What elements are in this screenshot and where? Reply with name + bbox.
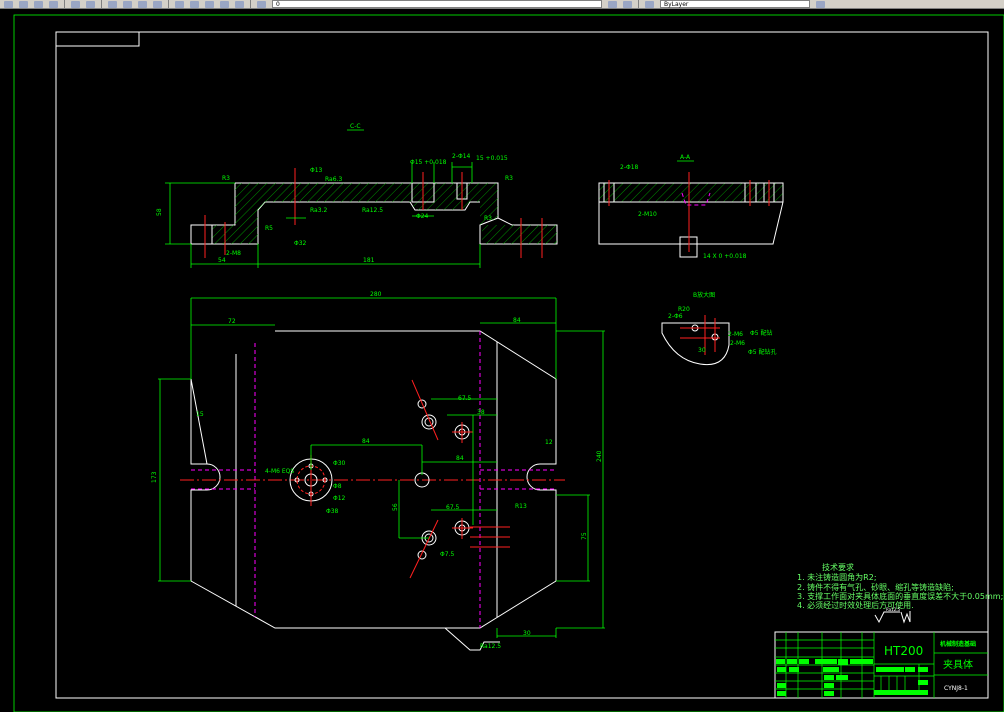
svg-text:38: 38 [477,409,485,416]
svg-text:240: 240 [596,450,603,462]
tech-req-item: 2. 铸件不得有气孔、砂眼、缩孔等铸造缺陷; [797,582,954,592]
pan-icon[interactable] [108,0,117,8]
section-aa-label: A-A [680,154,691,161]
svg-text:84: 84 [513,317,521,324]
school-label: 机械制造基础 [940,640,976,648]
toolbar-divider [250,0,251,8]
hole-diameter-label: Φ7.5 [440,551,454,558]
plan-view: 280 72 84 173 15 84 84 67.5 38 67.5 Φ7.5… [151,291,605,651]
toolbar-divider [64,0,65,8]
svg-text:2-M10: 2-M10 [638,211,657,218]
svg-text:54: 54 [218,257,226,264]
svg-text:84: 84 [456,455,464,462]
svg-text:Φ5 配钻孔: Φ5 配钻孔 [748,348,776,356]
svg-text:75: 75 [581,532,588,540]
svg-text:2-M8: 2-M8 [226,250,241,257]
svg-text:173: 173 [151,471,158,483]
design-center-icon[interactable] [190,0,199,8]
help-icon[interactable] [235,0,244,8]
drawing-number-label: CYNJ8-1 [944,685,968,692]
svg-text:67.5: 67.5 [446,504,460,511]
svg-text:R3: R3 [484,215,492,222]
material-label: HT200 [884,644,923,658]
tech-req-title: 技术要求 [822,562,854,572]
roughness-label: Ra6.3 [325,176,342,183]
detail-label: B放大图 [693,291,715,299]
svg-text:Φ13: Φ13 [310,167,323,174]
toolbar-divider [638,0,639,8]
svg-text:30: 30 [523,630,531,637]
part-name-label: 夹具体 [943,658,973,671]
svg-text:181: 181 [363,257,375,264]
svg-text:Φ8: Φ8 [333,483,342,490]
drawing-canvas[interactable]: C-C R3 R3 58 54 181 2-M8 Φ32 Φ24 2-Φ14 1… [0,10,1004,712]
redo-icon[interactable] [86,0,95,8]
svg-text:56: 56 [392,503,399,511]
section-cc-label: C-C [350,123,361,130]
svg-text:R13: R13 [515,503,527,510]
layer-manager-icon[interactable] [257,0,266,8]
svg-text:15: 15 [196,411,204,418]
make-layer-current-icon[interactable] [608,0,617,8]
new-icon[interactable] [4,0,13,8]
svg-text:2-Φ6: 2-Φ6 [668,313,683,320]
tool-palette-icon[interactable] [205,0,214,8]
svg-text:R3: R3 [505,175,513,182]
svg-text:R20: R20 [678,306,690,313]
svg-text:2-Φ14: 2-Φ14 [452,153,471,160]
svg-text:Φ32: Φ32 [294,240,307,247]
toolbar-divider [168,0,169,8]
toolbar-divider [101,0,102,8]
svg-text:14 X 0 +0.018: 14 X 0 +0.018 [703,253,747,260]
color-icon[interactable] [645,0,654,8]
title-block: HT200 机械制造基础 夹具体 CYNJ8-1 [774,631,989,699]
undo-icon[interactable] [71,0,80,8]
save-icon[interactable] [34,0,43,8]
svg-text:Ra12.5: Ra12.5 [362,207,383,214]
svg-text:Φ5 配钻: Φ5 配钻 [750,329,772,337]
svg-text:2-M6: 2-M6 [730,340,745,347]
svg-text:4-M6 EQS: 4-M6 EQS [265,468,294,475]
zoom-realtime-icon[interactable] [123,0,132,8]
svg-text:280: 280 [370,291,382,298]
layer-dropdown[interactable]: 0 [272,0,602,8]
cad-toolbar: 0 ByLayer [0,0,1004,9]
open-icon[interactable] [19,0,28,8]
svg-text:Φ30: Φ30 [333,460,346,467]
svg-text:67.5: 67.5 [458,395,472,402]
svg-text:2-Φ18: 2-Φ18 [620,164,639,171]
svg-text:Ra12.5: Ra12.5 [480,643,501,650]
svg-text:Ra3.2: Ra3.2 [310,207,327,214]
svg-text:72: 72 [228,318,236,325]
linetype-dropdown[interactable]: ByLayer [660,0,810,8]
roughness-symbol-icon [874,611,911,624]
svg-text:30: 30 [698,347,706,354]
tech-req-item: 1. 未注铸造圆角为R2; [797,572,877,582]
zoom-window-icon[interactable] [138,0,147,8]
zoom-previous-icon[interactable] [153,0,162,8]
corner-box [55,31,140,47]
svg-text:Ra12.5: Ra12.5 [886,607,901,612]
calculator-icon[interactable] [220,0,229,8]
svg-text:2-M6: 2-M6 [728,331,743,338]
technical-requirements: 技术要求 1. 未注铸造圆角为R2; 2. 铸件不得有气孔、砂眼、缩孔等铸造缺陷… [797,562,1003,624]
section-cc-view: C-C R3 R3 58 54 181 2-M8 Φ32 Φ24 2-Φ14 1… [156,123,558,268]
svg-text:58: 58 [156,208,163,216]
section-aa-view: A-A 2-Φ18 2-M10 14 X 0 +0.018 [598,154,784,260]
svg-text:Φ24: Φ24 [416,213,429,220]
tech-req-item: 3. 支撑工作面对夹具体底面的垂直度误差不大于0.05mm; [797,591,1003,601]
print-icon[interactable] [49,0,58,8]
detail-b-view: B放大图 R20 2-Φ6 2-M6 Φ5 配钻 2-M6 Φ5 配钻孔 30 [661,291,776,366]
properties-icon[interactable] [175,0,184,8]
svg-text:R5: R5 [265,225,273,232]
svg-text:R3: R3 [222,175,230,182]
svg-text:15 +0.015: 15 +0.015 [476,155,508,162]
svg-text:Φ15 +0.018: Φ15 +0.018 [410,159,447,166]
svg-text:12: 12 [545,439,553,446]
plot-style-icon[interactable] [816,0,825,8]
layer-previous-icon[interactable] [623,0,632,8]
svg-text:Φ12: Φ12 [333,495,346,502]
svg-text:84: 84 [362,438,370,445]
svg-text:Φ38: Φ38 [326,508,339,515]
